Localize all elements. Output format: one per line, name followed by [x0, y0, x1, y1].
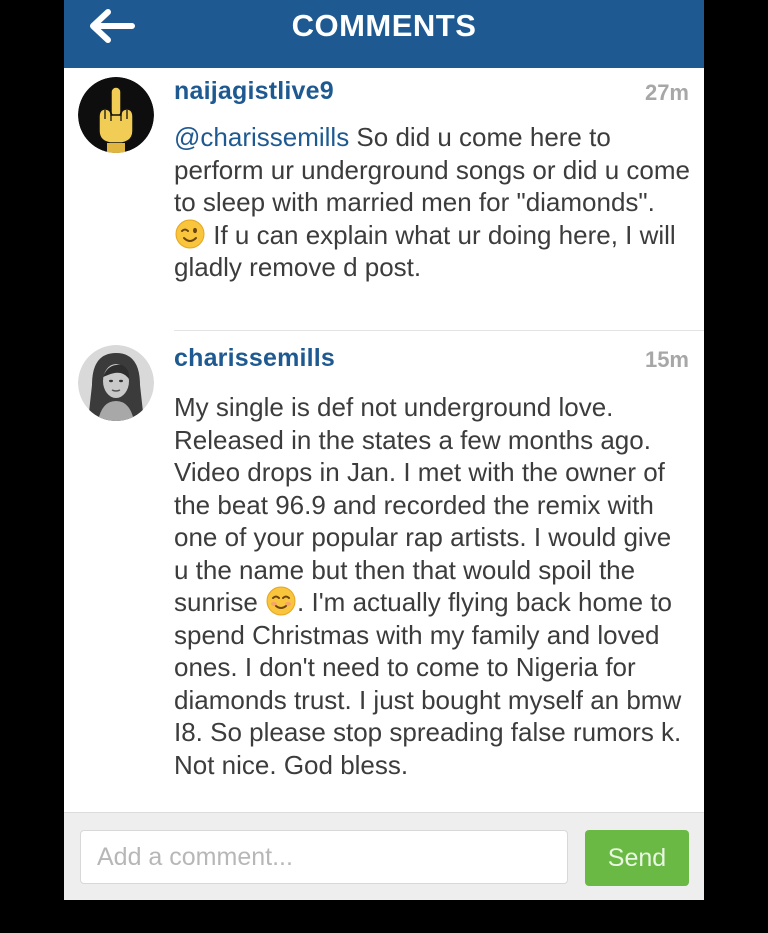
user-mention-link[interactable]: @charissemills	[174, 122, 349, 152]
comment-divider	[174, 330, 704, 331]
profile-photo-avatar-icon	[78, 345, 154, 421]
comment-text: @charissemills So did u come here to per…	[174, 121, 692, 284]
comments-screen: COMMENTS naijagistlive9 27m @charissemil…	[64, 0, 704, 900]
page-title: COMMENTS	[291, 8, 477, 43]
comment-timestamp: 27m	[644, 80, 689, 105]
middle-finger-avatar-icon	[78, 77, 154, 153]
comment-timestamp: 15m	[644, 347, 689, 372]
comment-composer: Send	[64, 812, 704, 900]
winking-face-emoji	[175, 219, 205, 249]
comment-text-part: If u can explain what ur doing here, I w…	[174, 219, 676, 283]
avatar[interactable]	[78, 77, 154, 153]
avatar[interactable]	[78, 345, 154, 421]
send-button[interactable]: Send	[585, 830, 689, 886]
comment-username[interactable]: naijagistlive9	[174, 77, 334, 106]
comment-username[interactable]: charissemills	[174, 344, 335, 373]
smiling-face-emoji	[266, 586, 296, 616]
top-bar: COMMENTS	[64, 0, 704, 68]
add-comment-input[interactable]	[80, 830, 568, 884]
comment-text: My single is def not underground love. R…	[174, 391, 692, 781]
comment-text-part: My single is def not underground love. R…	[174, 392, 672, 617]
